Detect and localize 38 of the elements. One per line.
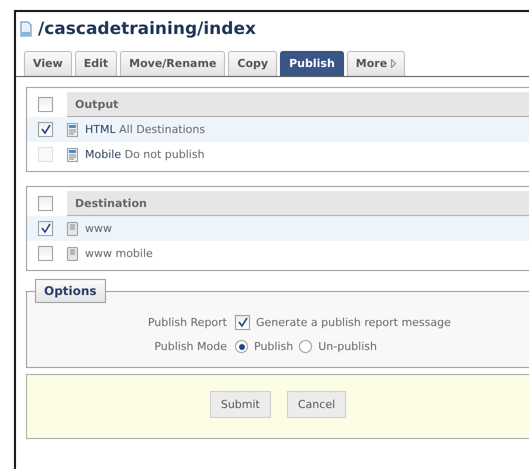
checkbox[interactable] [38, 196, 53, 211]
column-header: Destination [67, 191, 529, 216]
checkbox[interactable] [38, 221, 53, 236]
page-title: /cascadetraining/index [38, 19, 256, 39]
tab[interactable]: Edit [74, 51, 118, 76]
tab[interactable]: Publish [280, 51, 344, 76]
check-icon [40, 124, 51, 135]
caret-icon [391, 59, 396, 68]
checkbox[interactable] [38, 122, 53, 137]
check-icon [237, 317, 248, 328]
destination-name: www [85, 222, 112, 235]
radio-button[interactable] [235, 340, 248, 353]
tab[interactable]: View [24, 51, 72, 76]
check-icon [40, 223, 51, 234]
column-header: Output [67, 92, 529, 117]
cancel-button[interactable]: Cancel [286, 391, 346, 418]
checkbox-label: Generate a publish report message [256, 316, 451, 329]
page-icon [20, 21, 32, 37]
document-icon [67, 148, 78, 162]
radio-label: Un-publish [318, 340, 377, 353]
tab[interactable]: Copy [228, 51, 278, 76]
checkbox[interactable] [235, 315, 250, 330]
checkbox[interactable] [38, 246, 53, 261]
radio-label: Publish [254, 340, 294, 353]
output-name: HTML All Destinations [85, 123, 206, 136]
destination-name: www mobile [85, 247, 153, 260]
server-icon [67, 222, 78, 236]
options-legend: Options [35, 279, 106, 303]
tab[interactable]: Move/Rename [120, 51, 226, 76]
document-icon [67, 122, 78, 136]
checkbox[interactable] [38, 97, 53, 112]
field-label: Publish Mode [154, 340, 227, 353]
tab[interactable]: More [346, 51, 406, 76]
submit-button[interactable]: Submit [210, 391, 271, 418]
output-name: Mobile Do not publish [85, 148, 205, 161]
radio-button[interactable] [299, 340, 312, 353]
server-icon [67, 246, 78, 260]
field-label: Publish Report [148, 316, 227, 329]
